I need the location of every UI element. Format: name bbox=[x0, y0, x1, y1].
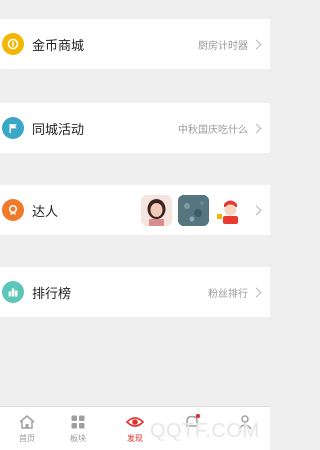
chevron-right-icon bbox=[251, 123, 262, 133]
menu-item-local-events[interactable]: 同城活动 中秋国庆吃什么 bbox=[0, 103, 270, 153]
chevron-right-icon bbox=[251, 39, 262, 49]
expert-avatar[interactable] bbox=[178, 195, 209, 226]
tab-home[interactable]: 首页 bbox=[0, 407, 54, 450]
tab-label: 首页 bbox=[19, 434, 35, 443]
menu-item-coin-mall[interactable]: 金币商城 厨房计时器 bbox=[0, 19, 270, 69]
coin-icon bbox=[2, 33, 24, 55]
grid-icon bbox=[71, 415, 85, 429]
ranking-icon bbox=[2, 281, 24, 303]
chevron-right-icon bbox=[251, 205, 262, 215]
menu-item-detail: 粉丝排行 bbox=[208, 288, 248, 300]
tab-label: 板块 bbox=[70, 434, 86, 443]
expert-avatar[interactable] bbox=[141, 195, 172, 226]
menu-item-experts[interactable]: 达人 bbox=[0, 185, 270, 235]
menu-item-ranking[interactable]: 排行榜 粉丝排行 bbox=[0, 267, 270, 317]
menu-item-label: 同城活动 bbox=[32, 122, 85, 138]
home-icon bbox=[19, 415, 35, 429]
tab-label: 发现 bbox=[127, 434, 143, 443]
flag-icon bbox=[2, 117, 24, 139]
menu-item-label: 达人 bbox=[32, 204, 59, 220]
medal-icon bbox=[2, 199, 24, 221]
menu-item-label: 排行榜 bbox=[32, 286, 72, 302]
menu-item-label: 金币商城 bbox=[32, 38, 85, 54]
chevron-right-icon bbox=[251, 287, 262, 297]
eye-icon bbox=[126, 417, 144, 427]
menu-item-detail: 中秋国庆吃什么 bbox=[178, 124, 248, 136]
expert-avatar[interactable] bbox=[215, 195, 246, 226]
menu-item-detail: 厨房计时器 bbox=[198, 40, 248, 52]
tab-boards[interactable]: 板块 bbox=[51, 407, 105, 450]
watermark: QQTF.COM bbox=[150, 420, 260, 442]
